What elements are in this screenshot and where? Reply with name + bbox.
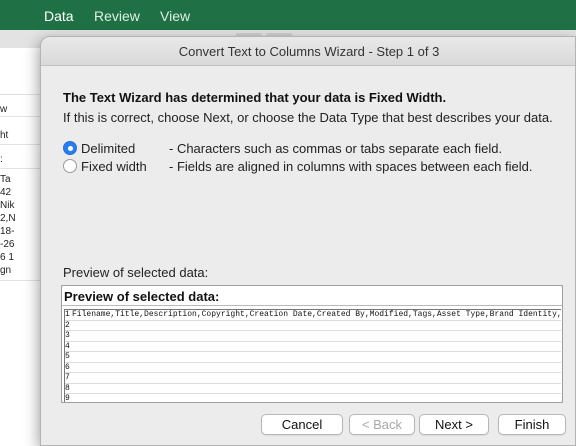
- sheet-cell[interactable]: 18-: [0, 226, 40, 237]
- wizard-instruction: If this is correct, choose Next, or choo…: [63, 110, 553, 125]
- preview-line: 2: [65, 320, 561, 331]
- sheet-cell[interactable]: -26: [0, 239, 40, 250]
- preview-line: 7: [65, 373, 561, 384]
- radio-fixed-width[interactable]: [63, 159, 77, 173]
- sheet-cell[interactable]: Nik: [0, 200, 40, 211]
- line-number: 7: [65, 373, 70, 382]
- preview-line: 8: [65, 383, 561, 394]
- option-description: - Fields are aligned in columns with spa…: [169, 159, 533, 174]
- preview-line: 6: [65, 362, 561, 373]
- line-number: 5: [65, 352, 70, 361]
- spreadsheet-partial: w ht : Ta 42 Nik 2,N 18- -26 6 1 gn: [0, 48, 41, 446]
- preview-line: 3: [65, 331, 561, 342]
- line-number: 3: [65, 331, 70, 340]
- dialog-title: Convert Text to Columns Wizard - Step 1 …: [178, 44, 440, 59]
- radio-delimited[interactable]: [63, 141, 77, 155]
- preview-lines[interactable]: 1 Filename,Title,Description,Copyright,Cr…: [64, 309, 561, 402]
- line-text: Filename,Title,Description,Copyright,Cre…: [72, 310, 561, 319]
- wizard-heading: The Text Wizard has determined that your…: [63, 90, 447, 105]
- line-number: 9: [65, 394, 70, 402]
- preview-caption: Preview of selected data:: [63, 265, 209, 280]
- line-number: 1: [65, 310, 70, 319]
- option-label: Fixed width: [81, 159, 147, 174]
- option-fixed-width[interactable]: Fixed width - Fields are aligned in colu…: [63, 158, 563, 176]
- preview-pane[interactable]: Preview of selected data: 1 Filename,Titl…: [61, 285, 563, 403]
- line-number: 8: [65, 383, 70, 393]
- ribbon: Data Review View: [0, 0, 576, 30]
- sheet-cell[interactable]: 6 1: [0, 252, 40, 263]
- sheet-cell[interactable]: Ta: [0, 174, 40, 185]
- dialog-titlebar[interactable]: Convert Text to Columns Wizard - Step 1 …: [41, 37, 575, 66]
- ribbon-tab-view[interactable]: View: [160, 8, 190, 24]
- sheet-cell[interactable]: gn: [0, 265, 40, 276]
- ribbon-tab-review[interactable]: Review: [94, 8, 140, 24]
- sheet-cell[interactable]: w: [0, 104, 40, 115]
- ribbon-tab-data[interactable]: Data: [44, 8, 74, 24]
- cancel-button[interactable]: Cancel: [261, 414, 343, 435]
- sheet-cell[interactable]: 2,N: [0, 213, 40, 224]
- preview-line: 1 Filename,Title,Description,Copyright,Cr…: [65, 310, 561, 321]
- sheet-cell[interactable]: 42: [0, 187, 40, 198]
- preview-line: 9: [65, 394, 561, 402]
- back-button[interactable]: < Back: [349, 414, 415, 435]
- next-button[interactable]: Next >: [419, 414, 489, 435]
- convert-text-dialog: Convert Text to Columns Wizard - Step 1 …: [40, 36, 576, 446]
- line-number: 2: [65, 320, 70, 330]
- preview-line: 5: [65, 352, 561, 363]
- option-label: Delimited: [81, 141, 136, 156]
- line-number: 4: [65, 341, 70, 351]
- option-description: - Characters such as commas or tabs sepa…: [169, 141, 503, 156]
- sheet-cell[interactable]: ht: [0, 130, 40, 141]
- preview-line: 4: [65, 341, 561, 352]
- option-delimited[interactable]: Delimited - Characters such as commas or…: [63, 140, 563, 158]
- line-number: 6: [65, 362, 70, 372]
- sheet-cell[interactable]: :: [0, 154, 40, 165]
- finish-button[interactable]: Finish: [498, 414, 566, 435]
- preview-header: Preview of selected data:: [62, 286, 562, 306]
